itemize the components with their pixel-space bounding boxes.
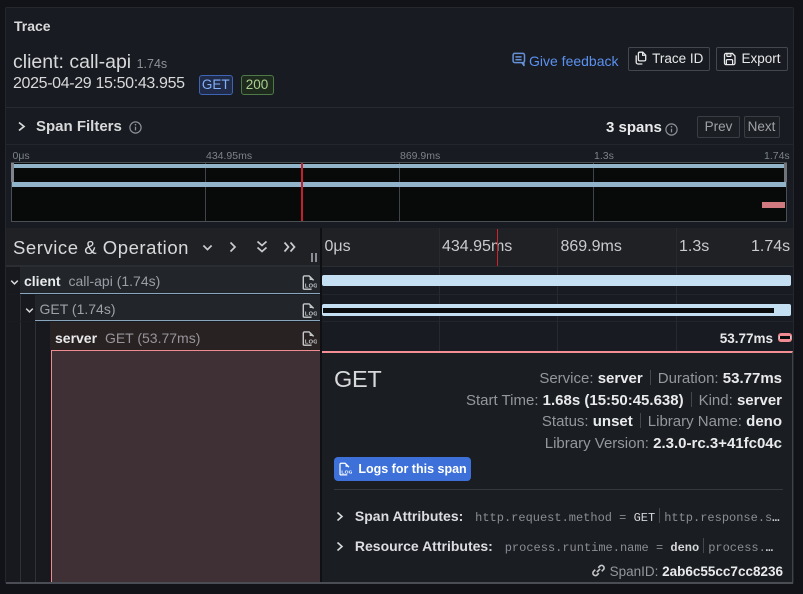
- svg-text:LOG: LOG: [342, 469, 353, 475]
- svg-text:LOG: LOG: [305, 340, 317, 346]
- svg-text:LOG: LOG: [305, 312, 317, 318]
- svg-text:LOG: LOG: [305, 284, 317, 290]
